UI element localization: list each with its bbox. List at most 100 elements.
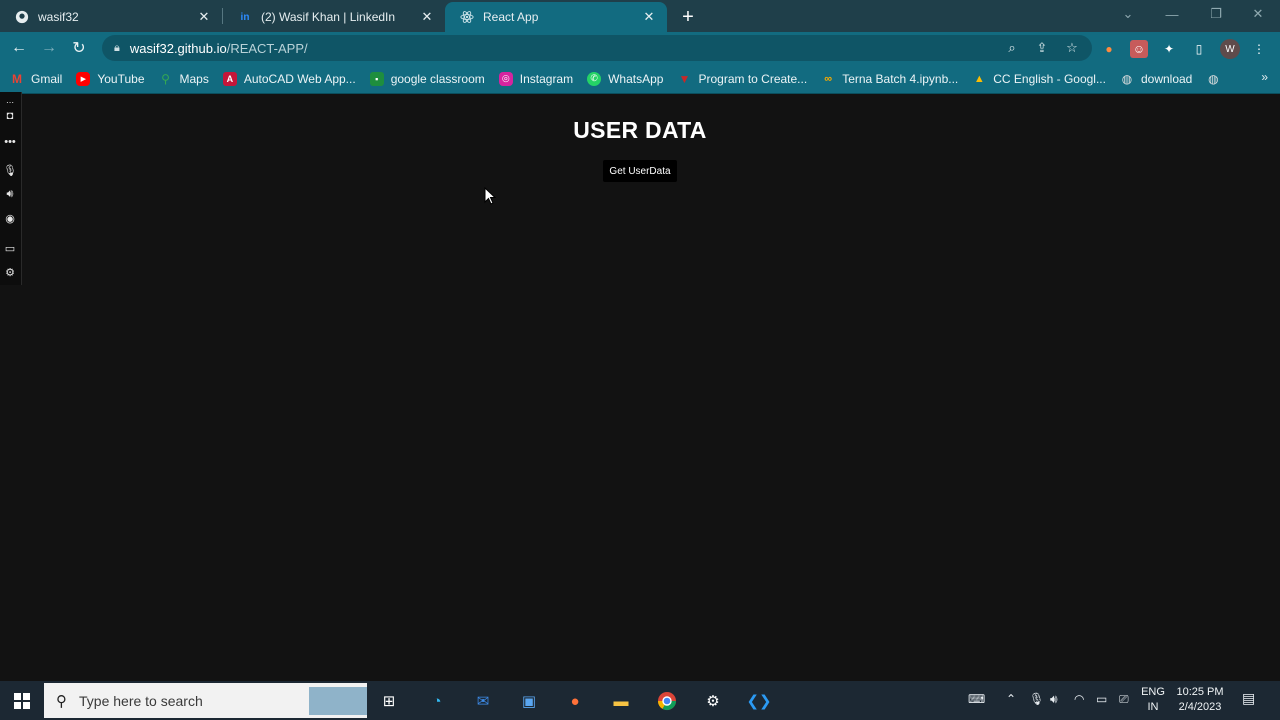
store-icon[interactable]: ▣ xyxy=(517,689,541,713)
window-icon[interactable]: ▭ xyxy=(2,240,18,256)
classroom-icon: ▪ xyxy=(369,71,384,86)
bookmark-label: Gmail xyxy=(31,71,63,86)
minimize-icon[interactable]: — xyxy=(1150,0,1194,28)
back-icon[interactable]: ← xyxy=(4,33,34,63)
menu-icon[interactable]: ⋮ xyxy=(1250,40,1268,58)
url-host: wasif32.github.io xyxy=(129,40,227,56)
bookmark-item[interactable]: ∞ Terna Batch 4.ipynb... xyxy=(821,72,958,86)
bookmark-item[interactable]: ⚲ Maps xyxy=(159,72,209,86)
bookmark-label: Terna Batch 4.ipynb... xyxy=(842,71,959,86)
bookmark-label: Maps xyxy=(179,71,209,86)
close-icon[interactable]: ✕ xyxy=(196,9,212,25)
bookmark-item[interactable]: ✆ WhatsApp xyxy=(587,71,664,86)
extension-icon[interactable]: ● xyxy=(1100,40,1118,58)
instagram-icon: ◎ xyxy=(498,71,513,86)
region-code: IN xyxy=(1147,701,1159,713)
extension-icon[interactable]: ☺ xyxy=(1130,40,1148,58)
restore-icon[interactable]: ❐ xyxy=(1194,0,1238,28)
speaker-icon[interactable]: 🔊︎ xyxy=(2,186,18,202)
search-highlight-image xyxy=(309,687,367,715)
browser-toolbar: ← → ↻ 🔒︎ wasif32.github.io/REACT-APP/ ⌕ … xyxy=(0,32,1280,64)
settings-gear-icon[interactable]: ⚙ xyxy=(701,689,725,713)
tab-react-app[interactable]: React App ✕ xyxy=(445,2,667,32)
bookmark-item[interactable]: ▪ google classroom xyxy=(369,71,485,86)
windows-start-icon[interactable] xyxy=(10,689,34,713)
notifications-icon[interactable]: ▤ xyxy=(1242,690,1255,707)
page-title: USER DATA xyxy=(573,117,707,143)
task-view-icon[interactable]: ⊞ xyxy=(377,689,401,713)
taskbar-search-input[interactable]: ⚲ Type here to search xyxy=(44,683,367,718)
page-content: USER DATA Get UserData xyxy=(0,95,1280,681)
vscode-icon[interactable]: ❮❯ xyxy=(746,689,771,713)
webcam-icon[interactable]: ◉ xyxy=(2,210,18,226)
lang-code: ENG xyxy=(1141,686,1165,698)
autocad-icon: A xyxy=(222,71,237,86)
language-indicator[interactable]: ENG IN xyxy=(1138,685,1168,715)
mail-icon[interactable]: ✉ xyxy=(471,689,495,713)
clock-date: 2/4/2023 xyxy=(1178,701,1222,713)
window-close-icon[interactable]: ✕ xyxy=(1236,0,1280,28)
lock-icon: 🔒︎ xyxy=(114,41,120,54)
get-userdata-button[interactable]: Get UserData xyxy=(603,160,677,182)
bookmark-label: CC English - Googl... xyxy=(993,71,1106,86)
bookmark-item[interactable]: ◍ download xyxy=(1120,71,1193,86)
close-icon[interactable]: ✕ xyxy=(641,9,657,25)
tab-strip: wasif32 ✕ in (2) Wasif Khan | LinkedIn ✕… xyxy=(0,0,1280,32)
maps-icon: ⚲ xyxy=(161,71,170,86)
more-icon[interactable]: ••• xyxy=(2,134,18,150)
microphone-tray-icon[interactable]: 🎙︎ xyxy=(1029,692,1044,706)
chevron-up-icon[interactable]: ⌃ xyxy=(1006,692,1016,706)
mouse-cursor-icon xyxy=(484,187,496,205)
tab-title: React App xyxy=(483,10,539,24)
wifi-icon[interactable]: ◠ xyxy=(1074,692,1084,706)
keyboard-icon[interactable]: ⌨ xyxy=(968,692,985,706)
bookmark-label: WhatsApp xyxy=(608,71,664,86)
close-icon[interactable]: ✕ xyxy=(419,9,435,25)
display-icon[interactable]: ⎚ xyxy=(1119,692,1129,707)
new-tab-button[interactable]: + xyxy=(673,2,703,32)
side-panel-icon[interactable]: ▯ xyxy=(1190,40,1208,58)
bookmarks-bar: M Gmail ▶ YouTube ⚲ Maps A AutoCAD Web App..… xyxy=(0,64,1280,94)
firefox-icon[interactable]: ● xyxy=(563,689,587,713)
bookmark-label: download xyxy=(1140,71,1193,86)
bookmark-item[interactable]: A AutoCAD Web App... xyxy=(222,71,356,86)
bookmark-item[interactable]: ▼ Program to Create... xyxy=(677,71,808,86)
edge-icon[interactable]: ◔ xyxy=(425,689,449,713)
settings-icon[interactable]: ⚙ xyxy=(2,264,18,280)
bookmark-item[interactable]: ▲ CC English - Googl... xyxy=(972,72,1106,86)
tab-search-icon[interactable]: ⌄ xyxy=(1106,0,1150,28)
share-icon[interactable]: ⇪ xyxy=(1034,40,1050,56)
reload-icon[interactable]: ↻ xyxy=(64,33,94,63)
volume-icon[interactable]: 🔊︎ xyxy=(1050,692,1058,707)
zoom-icon[interactable]: ⌕ xyxy=(1004,40,1020,56)
bookmark-star-icon[interactable]: ☆ xyxy=(1064,40,1080,56)
chrome-icon[interactable] xyxy=(655,689,679,713)
globe-icon: ◍ xyxy=(1121,71,1133,86)
address-bar[interactable]: 🔒︎ wasif32.github.io/REACT-APP/ ⌕ ⇪ ☆ xyxy=(102,35,1092,61)
github-icon xyxy=(14,9,30,25)
camera-icon[interactable]: ◘ xyxy=(2,108,18,124)
forward-icon[interactable]: → xyxy=(34,33,64,63)
microphone-icon[interactable]: 🎙︎ xyxy=(2,162,18,178)
tab-github[interactable]: wasif32 ✕ xyxy=(0,2,222,32)
url-path: /REACT-APP/ xyxy=(226,40,308,56)
colab-icon: ∞ xyxy=(824,72,833,85)
system-clock[interactable]: 10:25 PM 2/4/2023 xyxy=(1170,685,1230,715)
battery-icon[interactable]: ▭ xyxy=(1096,692,1107,706)
file-explorer-icon[interactable]: ▬ xyxy=(609,689,633,713)
globe-icon: ◍ xyxy=(1208,71,1219,86)
tab-linkedin[interactable]: in (2) Wasif Khan | LinkedIn ✕ xyxy=(223,2,445,32)
linkedin-icon: in xyxy=(240,11,250,23)
bookmark-label: Instagram xyxy=(519,71,574,86)
puzzle-icon[interactable]: ✦ xyxy=(1160,40,1178,58)
bookmark-label: AutoCAD Web App... xyxy=(243,71,356,86)
bookmark-item[interactable]: ▶ YouTube xyxy=(76,71,145,86)
more-bookmarks-icon[interactable]: » xyxy=(1261,70,1268,84)
clock-time: 10:25 PM xyxy=(1176,686,1224,698)
bookmark-item[interactable]: M Gmail xyxy=(10,72,62,86)
bookmark-item[interactable]: ◎ Instagram xyxy=(498,71,574,86)
screen-recorder-toolbar: ⋯ ◘ ••• 🎙︎ 🔊︎ ◉ ▭ ⚙ xyxy=(0,92,22,285)
program-icon: ▼ xyxy=(678,71,691,86)
bookmark-item[interactable]: ◍ xyxy=(1206,72,1227,86)
avatar[interactable]: W xyxy=(1220,39,1240,59)
